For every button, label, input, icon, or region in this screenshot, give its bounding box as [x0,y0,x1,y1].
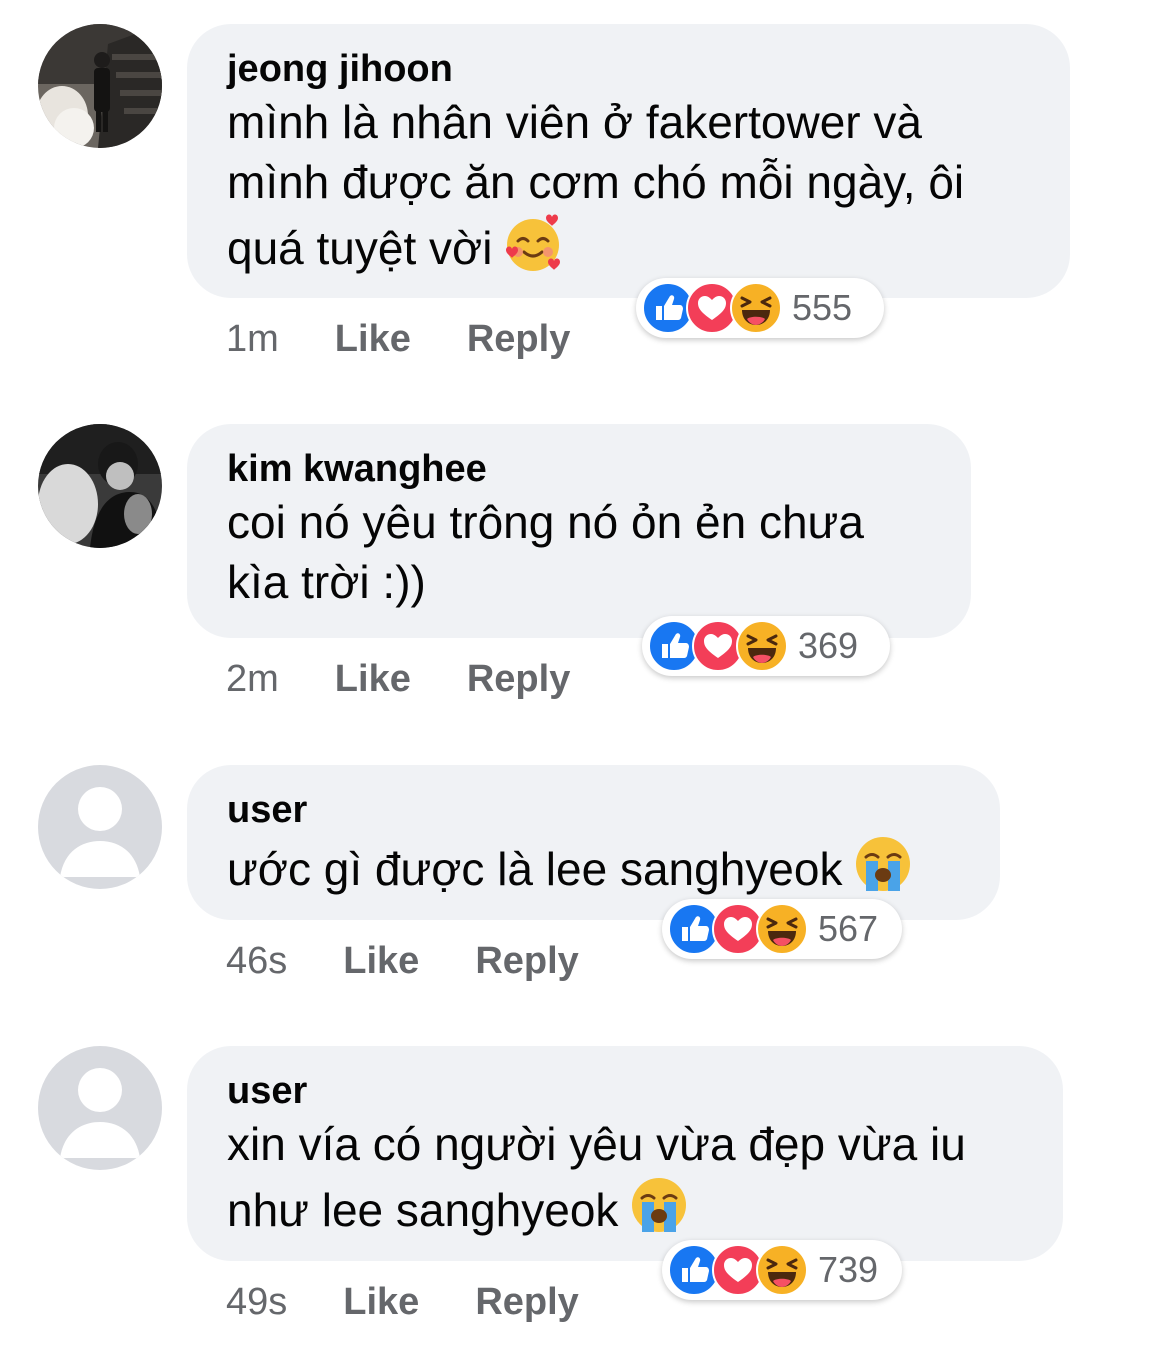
comment-author[interactable]: kim kwanghee [227,446,931,492]
comment-actions: 49s Like Reply [226,1279,579,1325]
reaction-count: 555 [792,287,853,328]
comment-bubble: kim kwanghee coi nó yêu trông nó ỏn ẻn c… [187,424,971,638]
like-button[interactable]: Like [335,658,411,700]
comment-author[interactable]: user [227,787,960,833]
loudly-crying-face-icon [628,1174,690,1250]
like-button[interactable]: Like [343,1281,419,1323]
avatar[interactable] [38,24,162,148]
comment-timestamp[interactable]: 1m [226,318,279,360]
comment-bubble: jeong jihoon mình là nhân viên ở fakerto… [187,24,1070,298]
comment-text-content: ước gì được là lee sanghyeok [227,843,843,895]
haha-reaction-icon [730,282,782,334]
comment-text: mình là nhân viên ở fakertower và mình đ… [227,92,1030,288]
avatar[interactable] [38,424,162,548]
comment-timestamp[interactable]: 46s [226,940,287,982]
comment-timestamp[interactable]: 2m [226,658,279,700]
avatar-photo [38,24,162,148]
comment-text-content: mình là nhân viên ở fakertower và mình đ… [227,96,965,274]
comment-author[interactable]: jeong jihoon [227,46,1030,92]
comment-author[interactable]: user [227,1068,1023,1114]
smiling-face-with-hearts-icon [502,212,564,288]
comment-timestamp[interactable]: 49s [226,1281,287,1323]
reaction-summary[interactable]: 369 [642,616,890,676]
comment-text: xin vía có người yêu vừa đẹp vừa iu như … [227,1114,1023,1250]
comment-bubble: user xin vía có người yêu vừa đẹp vừa iu… [187,1046,1063,1261]
reaction-count: 567 [818,908,879,949]
default-avatar-icon [38,1046,162,1170]
loudly-crying-face-icon [852,833,914,909]
reaction-summary[interactable]: 567 [662,899,902,959]
haha-reaction-icon [756,1244,808,1296]
comment-bubble: user ước gì được là lee sanghyeok [187,765,1000,920]
reply-button[interactable]: Reply [475,1281,578,1323]
comment-text: coi nó yêu trông nó ỏn ẻn chưa kìa trời … [227,496,864,608]
like-button[interactable]: Like [343,940,419,982]
reaction-summary[interactable]: 555 [636,278,884,338]
avatar[interactable] [38,1046,162,1170]
avatar-photo [38,424,162,548]
default-avatar-icon [38,765,162,889]
reply-button[interactable]: Reply [475,940,578,982]
reply-button[interactable]: Reply [467,318,570,360]
haha-reaction-icon [756,903,808,955]
comment-text: ước gì được là lee sanghyeok [227,833,960,909]
reaction-count: 369 [798,625,859,666]
comment-text-content: xin vía có người yêu vừa đẹp vừa iu như … [227,1118,966,1236]
comment-actions: 46s Like Reply [226,938,579,984]
comment-actions: 2m Like Reply [226,656,570,702]
avatar[interactable] [38,765,162,889]
haha-reaction-icon [736,620,788,672]
like-button[interactable]: Like [335,318,411,360]
reaction-count: 739 [818,1249,879,1290]
reaction-summary[interactable]: 739 [662,1240,902,1300]
reply-button[interactable]: Reply [467,658,570,700]
comment-actions: 1m Like Reply [226,316,570,362]
